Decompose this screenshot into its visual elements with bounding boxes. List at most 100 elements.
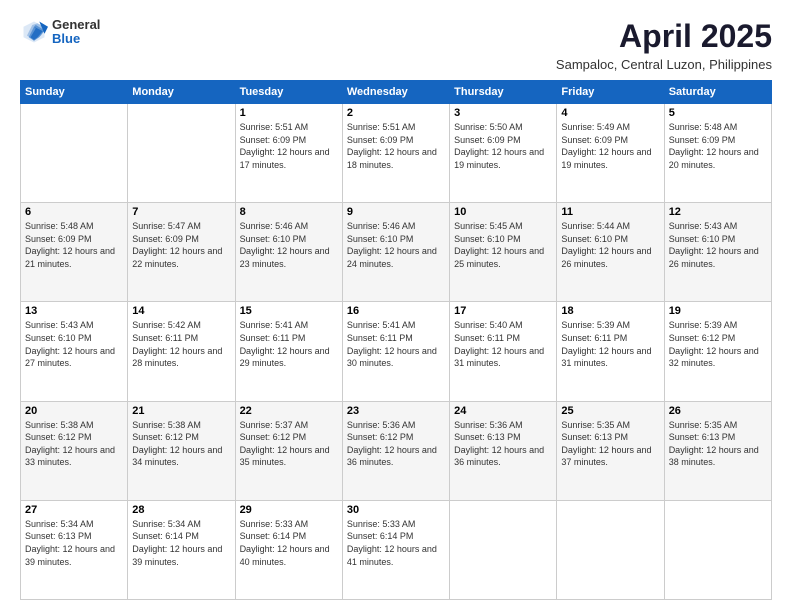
subtitle: Sampaloc, Central Luzon, Philippines — [556, 57, 772, 72]
day-number-w3-d4: 24 — [454, 405, 552, 417]
day-info-w3-d4: Sunrise: 5:36 AM Sunset: 6:13 PM Dayligh… — [454, 419, 552, 469]
logo-text: General Blue — [52, 18, 100, 47]
day-number-w4-d1: 28 — [132, 504, 230, 516]
day-number-w2-d5: 18 — [561, 305, 659, 317]
day-number-w4-d3: 30 — [347, 504, 445, 516]
calendar-cell-w2-d3: 16 Sunrise: 5:41 AM Sunset: 6:11 PM Dayli… — [342, 302, 449, 401]
day-number-w3-d2: 22 — [240, 405, 338, 417]
calendar: Sunday Monday Tuesday Wednesday Thursday… — [20, 80, 772, 600]
calendar-cell-w4-d2: 29 Sunrise: 5:33 AM Sunset: 6:14 PM Dayli… — [235, 500, 342, 599]
day-info-w2-d1: Sunrise: 5:42 AM Sunset: 6:11 PM Dayligh… — [132, 319, 230, 369]
day-info-w2-d4: Sunrise: 5:40 AM Sunset: 6:11 PM Dayligh… — [454, 319, 552, 369]
header-saturday: Saturday — [664, 81, 771, 104]
header-thursday: Thursday — [450, 81, 557, 104]
day-info-w4-d3: Sunrise: 5:33 AM Sunset: 6:14 PM Dayligh… — [347, 518, 445, 568]
day-info-w4-d1: Sunrise: 5:34 AM Sunset: 6:14 PM Dayligh… — [132, 518, 230, 568]
day-info-w3-d3: Sunrise: 5:36 AM Sunset: 6:12 PM Dayligh… — [347, 419, 445, 469]
day-number-w3-d6: 26 — [669, 405, 767, 417]
day-number-w0-d2: 1 — [240, 107, 338, 119]
day-number-w0-d6: 5 — [669, 107, 767, 119]
week-row-4: 27Sunrise: 5:34 AM Sunset: 6:13 PM Dayli… — [21, 500, 772, 599]
week-row-3: 20 Sunrise: 5:38 AM Sunset: 6:12 PM Dayli… — [21, 401, 772, 500]
day-info-w0-d4: Sunrise: 5:50 AM Sunset: 6:09 PM Dayligh… — [454, 121, 552, 171]
day-info-w1-d0: Sunrise: 5:48 AM Sunset: 6:09 PM Dayligh… — [25, 220, 123, 270]
day-info-w1-d1: Sunrise: 5:47 AM Sunset: 6:09 PM Dayligh… — [132, 220, 230, 270]
calendar-cell-w1-d1: 7Sunrise: 5:47 AM Sunset: 6:09 PM Daylig… — [128, 203, 235, 302]
day-number-w2-d6: 19 — [669, 305, 767, 317]
calendar-cell-w3-d6: 26Sunrise: 5:35 AM Sunset: 6:13 PM Dayli… — [664, 401, 771, 500]
day-info-w3-d2: Sunrise: 5:37 AM Sunset: 6:12 PM Dayligh… — [240, 419, 338, 469]
header-wednesday: Wednesday — [342, 81, 449, 104]
calendar-cell-w0-d6: 5 Sunrise: 5:48 AM Sunset: 6:09 PM Daylig… — [664, 104, 771, 203]
day-info-w2-d3: Sunrise: 5:41 AM Sunset: 6:11 PM Dayligh… — [347, 319, 445, 369]
calendar-cell-w0-d2: 1 Sunrise: 5:51 AM Sunset: 6:09 PM Daylig… — [235, 104, 342, 203]
calendar-cell-w0-d3: 2 Sunrise: 5:51 AM Sunset: 6:09 PM Daylig… — [342, 104, 449, 203]
day-info-w3-d5: Sunrise: 5:35 AM Sunset: 6:13 PM Dayligh… — [561, 419, 659, 469]
day-number-w3-d5: 25 — [561, 405, 659, 417]
day-info-w2-d2: Sunrise: 5:41 AM Sunset: 6:11 PM Dayligh… — [240, 319, 338, 369]
calendar-cell-w2-d5: 18 Sunrise: 5:39 AM Sunset: 6:11 PM Dayli… — [557, 302, 664, 401]
day-number-w2-d1: 14 — [132, 305, 230, 317]
day-number-w3-d0: 20 — [25, 405, 123, 417]
calendar-cell-w3-d0: 20 Sunrise: 5:38 AM Sunset: 6:12 PM Dayli… — [21, 401, 128, 500]
day-info-w2-d5: Sunrise: 5:39 AM Sunset: 6:11 PM Dayligh… — [561, 319, 659, 369]
week-row-2: 13Sunrise: 5:43 AM Sunset: 6:10 PM Dayli… — [21, 302, 772, 401]
calendar-cell-w1-d0: 6Sunrise: 5:48 AM Sunset: 6:09 PM Daylig… — [21, 203, 128, 302]
day-number-w4-d2: 29 — [240, 504, 338, 516]
header: General Blue April 2025 Sampaloc, Centra… — [20, 18, 772, 72]
header-sunday: Sunday — [21, 81, 128, 104]
day-info-w3-d0: Sunrise: 5:38 AM Sunset: 6:12 PM Dayligh… — [25, 419, 123, 469]
week-row-0: 1 Sunrise: 5:51 AM Sunset: 6:09 PM Daylig… — [21, 104, 772, 203]
day-number-w3-d1: 21 — [132, 405, 230, 417]
calendar-cell-w2-d6: 19 Sunrise: 5:39 AM Sunset: 6:12 PM Dayli… — [664, 302, 771, 401]
calendar-cell-w4-d6 — [664, 500, 771, 599]
calendar-cell-w1-d2: 8Sunrise: 5:46 AM Sunset: 6:10 PM Daylig… — [235, 203, 342, 302]
calendar-cell-w2-d4: 17 Sunrise: 5:40 AM Sunset: 6:11 PM Dayli… — [450, 302, 557, 401]
logo-icon — [20, 18, 48, 46]
day-info-w0-d2: Sunrise: 5:51 AM Sunset: 6:09 PM Dayligh… — [240, 121, 338, 171]
calendar-cell-w4-d5 — [557, 500, 664, 599]
calendar-cell-w2-d0: 13Sunrise: 5:43 AM Sunset: 6:10 PM Dayli… — [21, 302, 128, 401]
main-title: April 2025 — [556, 18, 772, 55]
day-number-w0-d5: 4 — [561, 107, 659, 119]
day-info-w2-d6: Sunrise: 5:39 AM Sunset: 6:12 PM Dayligh… — [669, 319, 767, 369]
calendar-cell-w4-d1: 28 Sunrise: 5:34 AM Sunset: 6:14 PM Dayli… — [128, 500, 235, 599]
calendar-cell-w0-d4: 3Sunrise: 5:50 AM Sunset: 6:09 PM Daylig… — [450, 104, 557, 203]
header-monday: Monday — [128, 81, 235, 104]
calendar-cell-w1-d3: 9 Sunrise: 5:46 AM Sunset: 6:10 PM Daylig… — [342, 203, 449, 302]
calendar-cell-w0-d0 — [21, 104, 128, 203]
day-number-w2-d4: 17 — [454, 305, 552, 317]
day-number-w0-d3: 2 — [347, 107, 445, 119]
day-info-w1-d3: Sunrise: 5:46 AM Sunset: 6:10 PM Dayligh… — [347, 220, 445, 270]
calendar-cell-w3-d2: 22 Sunrise: 5:37 AM Sunset: 6:12 PM Dayli… — [235, 401, 342, 500]
day-number-w1-d3: 9 — [347, 206, 445, 218]
day-info-w0-d3: Sunrise: 5:51 AM Sunset: 6:09 PM Dayligh… — [347, 121, 445, 171]
calendar-cell-w0-d5: 4Sunrise: 5:49 AM Sunset: 6:09 PM Daylig… — [557, 104, 664, 203]
day-info-w3-d1: Sunrise: 5:38 AM Sunset: 6:12 PM Dayligh… — [132, 419, 230, 469]
logo-blue-label: Blue — [52, 32, 100, 46]
calendar-cell-w0-d1 — [128, 104, 235, 203]
day-number-w1-d4: 10 — [454, 206, 552, 218]
day-info-w1-d5: Sunrise: 5:44 AM Sunset: 6:10 PM Dayligh… — [561, 220, 659, 270]
calendar-cell-w4-d4 — [450, 500, 557, 599]
day-number-w4-d0: 27 — [25, 504, 123, 516]
day-number-w2-d2: 15 — [240, 305, 338, 317]
day-number-w2-d3: 16 — [347, 305, 445, 317]
calendar-cell-w3-d4: 24 Sunrise: 5:36 AM Sunset: 6:13 PM Dayli… — [450, 401, 557, 500]
logo-general-label: General — [52, 18, 100, 32]
calendar-cell-w2-d2: 15 Sunrise: 5:41 AM Sunset: 6:11 PM Dayli… — [235, 302, 342, 401]
day-info-w1-d6: Sunrise: 5:43 AM Sunset: 6:10 PM Dayligh… — [669, 220, 767, 270]
calendar-cell-w1-d5: 11Sunrise: 5:44 AM Sunset: 6:10 PM Dayli… — [557, 203, 664, 302]
calendar-cell-w3-d3: 23 Sunrise: 5:36 AM Sunset: 6:12 PM Dayli… — [342, 401, 449, 500]
day-info-w4-d2: Sunrise: 5:33 AM Sunset: 6:14 PM Dayligh… — [240, 518, 338, 568]
day-info-w2-d0: Sunrise: 5:43 AM Sunset: 6:10 PM Dayligh… — [25, 319, 123, 369]
calendar-cell-w4-d0: 27Sunrise: 5:34 AM Sunset: 6:13 PM Dayli… — [21, 500, 128, 599]
day-number-w3-d3: 23 — [347, 405, 445, 417]
calendar-cell-w2-d1: 14 Sunrise: 5:42 AM Sunset: 6:11 PM Dayli… — [128, 302, 235, 401]
page: General Blue April 2025 Sampaloc, Centra… — [0, 0, 792, 612]
calendar-cell-w3-d1: 21 Sunrise: 5:38 AM Sunset: 6:12 PM Dayli… — [128, 401, 235, 500]
calendar-cell-w3-d5: 25 Sunrise: 5:35 AM Sunset: 6:13 PM Dayli… — [557, 401, 664, 500]
day-info-w0-d6: Sunrise: 5:48 AM Sunset: 6:09 PM Dayligh… — [669, 121, 767, 171]
calendar-header-row: Sunday Monday Tuesday Wednesday Thursday… — [21, 81, 772, 104]
day-number-w1-d6: 12 — [669, 206, 767, 218]
